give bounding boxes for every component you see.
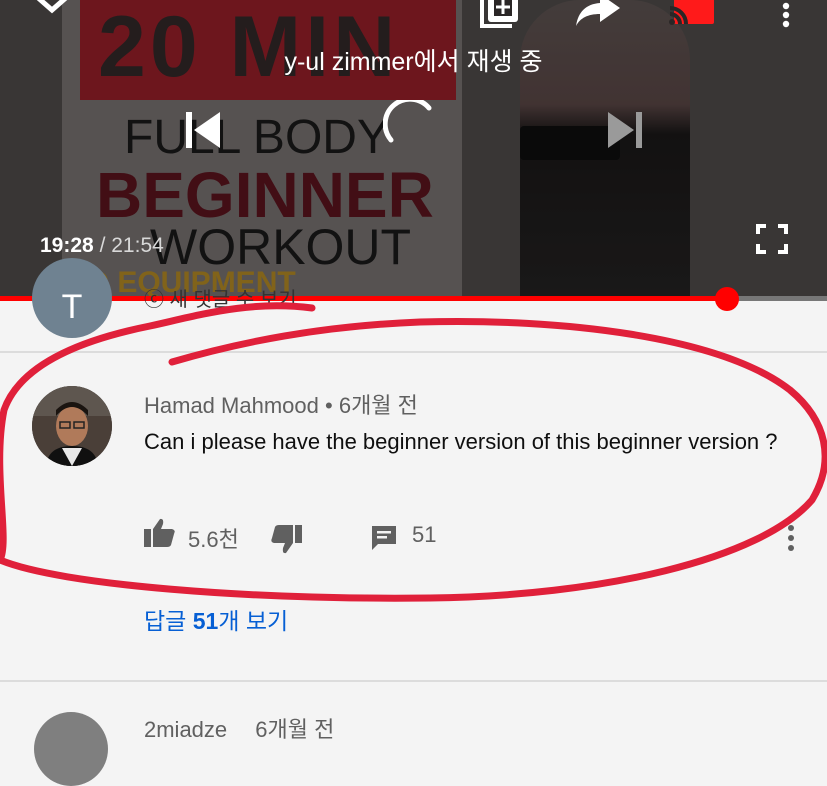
- comment-more-icon[interactable]: [784, 524, 798, 557]
- progress-bar[interactable]: [0, 287, 827, 311]
- reply-count: 51: [412, 522, 437, 547]
- comment-body: Can i please have the beginner version o…: [144, 429, 778, 454]
- comment-meta: Hamad Mahmood • 6개월 전: [144, 388, 418, 420]
- reply-icon[interactable]: [370, 524, 398, 557]
- next-comment-avatar[interactable]: [34, 712, 108, 786]
- time-current: 19:28: [40, 234, 94, 257]
- time-duration: 21:54: [111, 234, 164, 257]
- dislike-button[interactable]: [270, 524, 302, 559]
- next-icon[interactable]: [606, 110, 646, 150]
- like-button[interactable]: [144, 518, 176, 553]
- meta-dot: •: [325, 393, 333, 418]
- previous-comment-snippet: ⓒ 새 댓글 수 보기: [144, 289, 297, 311]
- comment-divider: [0, 351, 827, 353]
- avatar-letter: T: [61, 288, 83, 326]
- avatar[interactable]: [32, 386, 112, 466]
- next-comment-author[interactable]: 2miadze: [144, 717, 227, 742]
- view-replies-prefix: 답글: [144, 608, 193, 634]
- more-vert-icon[interactable]: [778, 0, 794, 30]
- cast-icon[interactable]: [668, 0, 716, 28]
- comment-author[interactable]: Hamad Mahmood: [144, 393, 319, 418]
- next-comment-age: 6개월 전: [255, 717, 335, 742]
- comment-divider: [0, 680, 827, 682]
- chevron-down-icon[interactable]: [32, 0, 72, 18]
- view-replies-link[interactable]: 답글 51개 보기: [144, 602, 288, 636]
- comment-actions: 5.6천 51: [0, 518, 827, 558]
- time-separator: /: [99, 234, 106, 257]
- comment-age: 6개월 전: [338, 393, 418, 418]
- loading-spinner-icon: [383, 100, 437, 154]
- view-replies-count: 51: [192, 608, 219, 634]
- fullscreen-icon[interactable]: [756, 224, 788, 254]
- previous-icon[interactable]: [184, 110, 224, 150]
- add-to-queue-icon[interactable]: [478, 0, 522, 28]
- share-icon[interactable]: [574, 0, 622, 28]
- previous-comment-avatar[interactable]: T: [32, 258, 112, 338]
- progress-scrubber[interactable]: [714, 287, 739, 311]
- playing-on-device-text: y-ul zimmer에서 재생 중: [284, 48, 543, 76]
- next-comment-meta: 2miadze 6개월 전: [144, 712, 334, 744]
- view-replies-suffix: 개 보기: [218, 608, 289, 634]
- video-player[interactable]: 20 MIN FULL BODY BEGINNER WORKOUT NO EQU…: [0, 0, 827, 298]
- time-display: 19:28 / 21:54: [40, 234, 164, 258]
- like-count: 5.6천: [188, 527, 239, 552]
